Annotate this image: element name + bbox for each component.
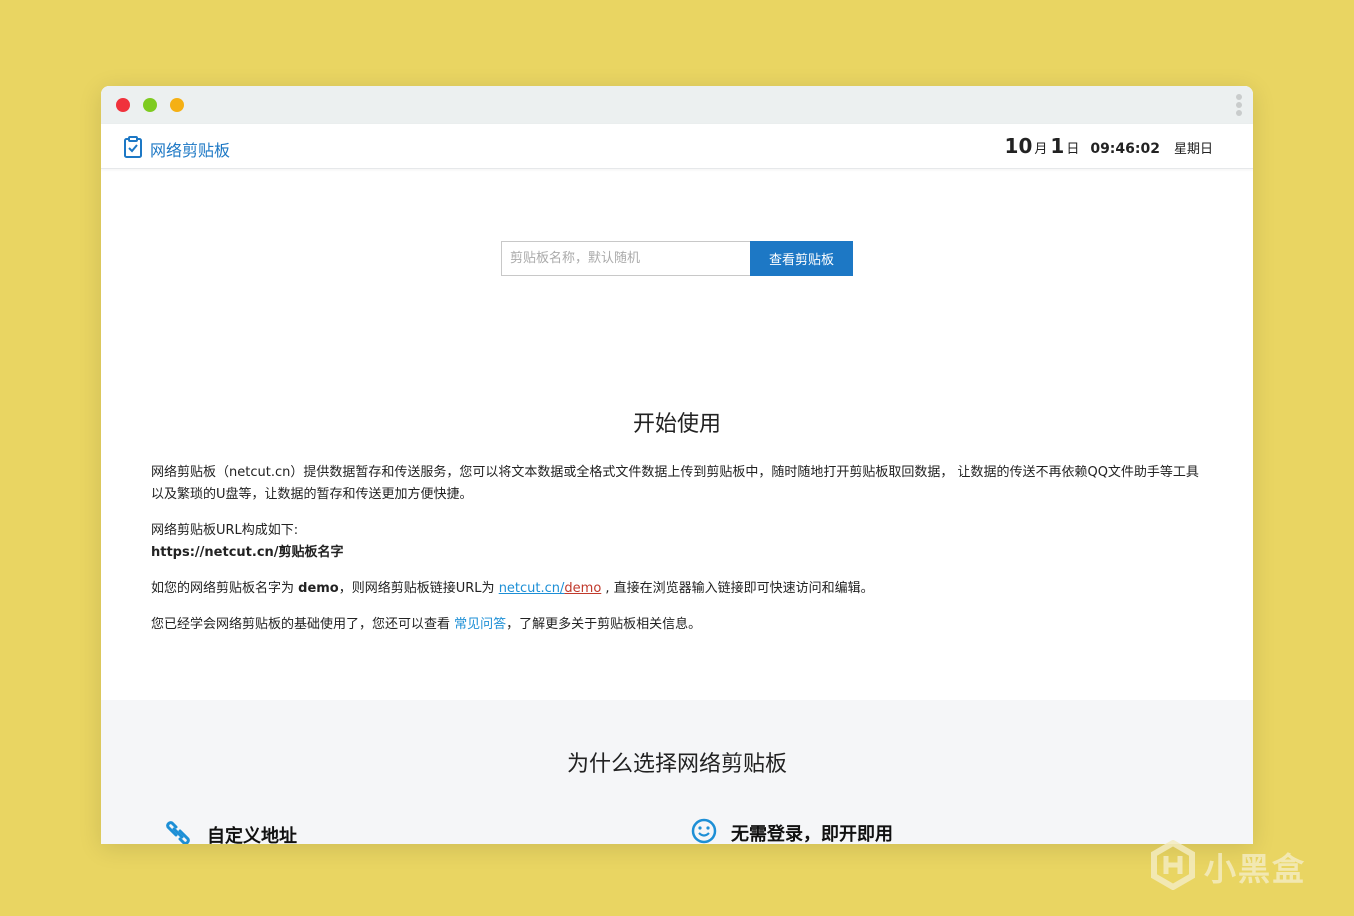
view-clipboard-button[interactable]: 查看剪贴板 bbox=[750, 241, 853, 276]
more-menu-icon[interactable] bbox=[1235, 94, 1243, 118]
window-titlebar bbox=[101, 86, 1253, 124]
feature-no-login-title: 无需登录，即开即用 bbox=[731, 824, 893, 844]
link-icon bbox=[163, 818, 193, 844]
watermark-text: 小黑盒 bbox=[1204, 850, 1307, 888]
clock-day: 1 bbox=[1050, 134, 1065, 158]
smile-icon bbox=[691, 818, 717, 844]
faq-text-a: 您已经学会网络剪贴板的基础使用了，您还可以查看 bbox=[151, 617, 455, 632]
clock-time: 09:46:02 bbox=[1090, 141, 1160, 157]
demo-text-a: 如您的网络剪贴板名字为 bbox=[151, 581, 299, 596]
clipboard-check-icon bbox=[123, 136, 150, 162]
heybox-watermark: 小黑盒 bbox=[1150, 839, 1307, 894]
clock-month: 10 bbox=[1004, 134, 1033, 158]
browser-window: 网络剪贴板 10 月 1 日 09:46:02 星期日 查看剪贴板 开始使用 网… bbox=[101, 86, 1253, 844]
demo-paragraph: 如您的网络剪贴板名字为 demo，则网络剪贴板链接URL为 netcut.cn/… bbox=[151, 578, 1203, 600]
demo-link-name[interactable]: demo bbox=[564, 581, 601, 596]
clipboard-name-input[interactable] bbox=[501, 241, 750, 276]
intro-paragraph: 网络剪贴板（netcut.cn）提供数据暂存和传送服务，您可以将文本数据或全格式… bbox=[151, 465, 1199, 502]
url-format-example: https://netcut.cn/剪贴板名字 bbox=[151, 545, 344, 560]
heybox-logo-icon bbox=[1150, 839, 1196, 894]
demo-text-d: , 直接在浏览器输入链接即可快速访问和编辑。 bbox=[601, 581, 874, 596]
clock-day-unit: 日 bbox=[1066, 142, 1080, 157]
url-format-paragraph: 网络剪贴板URL构成如下: https://netcut.cn/剪贴板名字 bbox=[151, 520, 1203, 564]
why-choose-title: 为什么选择网络剪贴板 bbox=[566, 752, 787, 777]
clock-weekday: 星期日 bbox=[1173, 142, 1213, 157]
clipboard-search: 查看剪贴板 bbox=[501, 241, 853, 276]
demo-text-c: ，则网络剪贴板链接URL为 bbox=[338, 581, 499, 596]
feature-custom-address-title: 自定义地址 bbox=[207, 826, 297, 844]
why-choose-section: 为什么选择网络剪贴板 自定义地址 无需登录，即开即用 bbox=[101, 700, 1253, 844]
faq-paragraph: 您已经学会网络剪贴板的基础使用了，您还可以查看 常见问答，了解更多关于剪贴板相关… bbox=[151, 614, 1203, 636]
maximize-window-button[interactable] bbox=[143, 98, 157, 112]
demo-name: demo bbox=[298, 581, 339, 596]
minimize-window-button[interactable] bbox=[170, 98, 184, 112]
close-window-button[interactable] bbox=[116, 98, 130, 112]
getting-started-title: 开始使用 bbox=[632, 412, 721, 437]
faq-link[interactable]: 常见问答 bbox=[454, 617, 506, 632]
feature-no-login: 无需登录，即开即用 bbox=[691, 818, 893, 844]
site-header: 网络剪贴板 10 月 1 日 09:46:02 星期日 bbox=[101, 124, 1253, 169]
clock-month-unit: 月 bbox=[1034, 142, 1048, 157]
faq-text-b: ，了解更多关于剪贴板相关信息。 bbox=[506, 617, 702, 632]
demo-link-domain[interactable]: netcut.cn/ bbox=[499, 581, 565, 596]
feature-custom-address: 自定义地址 bbox=[163, 818, 297, 844]
getting-started-section: 开始使用 网络剪贴板（netcut.cn）提供数据暂存和传送服务，您可以将文本数… bbox=[101, 406, 1253, 650]
date-time-display: 10 月 1 日 09:46:02 星期日 bbox=[1005, 134, 1213, 158]
site-logo[interactable]: 网络剪贴板 bbox=[123, 136, 230, 162]
site-name: 网络剪贴板 bbox=[150, 141, 231, 160]
url-format-label: 网络剪贴板URL构成如下: bbox=[151, 523, 299, 538]
